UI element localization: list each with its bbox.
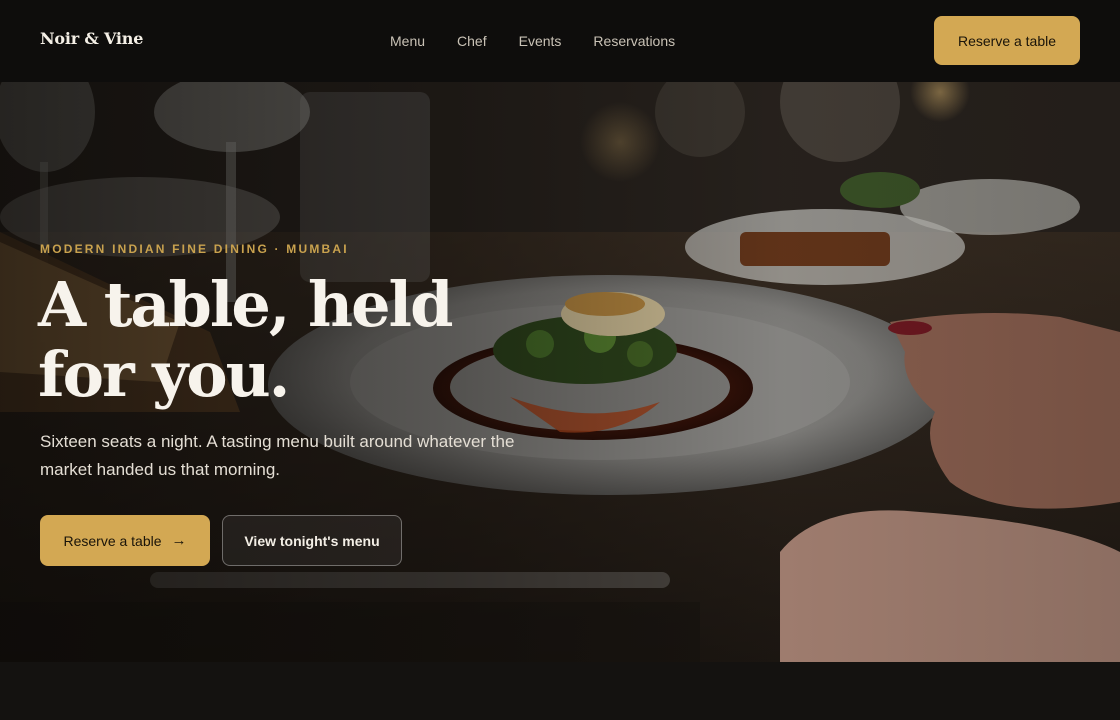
main-nav: Menu Chef Events Reservations — [390, 33, 707, 49]
brand-logo[interactable]: Noir & Vine — [40, 29, 143, 48]
header-reserve-button[interactable]: Reserve a table — [934, 16, 1080, 65]
hero-eyebrow: Modern Indian Fine Dining · Mumbai — [40, 242, 349, 256]
hero-reserve-label: Reserve a table — [63, 532, 162, 549]
nav-link-chef[interactable]: Chef — [457, 33, 487, 49]
next-section-band — [0, 662, 1120, 720]
hero-subcopy: Sixteen seats a night. A tasting menu bu… — [40, 432, 515, 479]
nav-link-reservations[interactable]: Reservations — [593, 33, 675, 49]
hero-section: Modern Indian Fine Dining · Mumbai A tab… — [0, 82, 1120, 662]
view-menu-button[interactable]: View tonight's menu — [222, 515, 402, 566]
nav-link-events[interactable]: Events — [519, 33, 562, 49]
hero-headline: A table, held for you. — [38, 270, 558, 410]
hero-headline-line-1: A table, held — [38, 268, 453, 341]
arrow-right-icon: → — [171, 532, 187, 549]
site-header: Noir & Vine Menu Chef Events Reservation… — [0, 0, 1120, 82]
hero-headline-line-2: for you. — [38, 338, 290, 411]
hero-reserve-button[interactable]: Reserve a table → — [40, 515, 210, 566]
nav-link-menu[interactable]: Menu — [390, 33, 425, 49]
